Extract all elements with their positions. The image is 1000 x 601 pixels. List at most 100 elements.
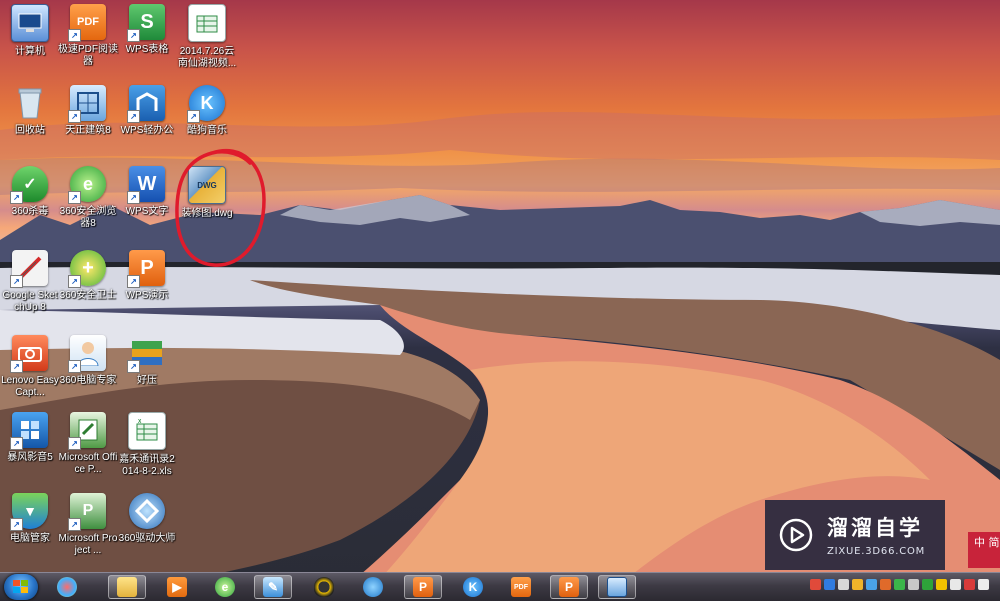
desktop-icon-label: Microsoft Project ... [58,533,118,556]
tray-icon[interactable] [978,579,989,590]
desktop-icon-label: WPS表格 [125,44,169,55]
taskbar-item-wps-show[interactable]: P [404,575,442,599]
wps-sheet-glyph: S [140,10,154,33]
highlight-circle [175,148,266,267]
desktop-icon-wps-word[interactable]: W ↗ WPS文字 [117,166,177,218]
desktop-icon-360-antivirus[interactable]: ✓ ↗ 360杀毒 [0,166,60,218]
desktop-icon-label: 360安全卫士 [59,290,117,301]
tianzheng-icon [607,577,627,597]
tray-icon[interactable] [824,579,835,590]
tray-icon[interactable] [936,579,947,590]
desktop-icon-label: 酷狗音乐 [187,125,227,136]
tray-icon[interactable] [950,579,961,590]
tray-icon[interactable] [922,579,933,590]
wps-show-icon: P ↗ [127,250,165,288]
desktop-icon-label: 计算机 [15,46,45,57]
taskbar-item-wps-show-2[interactable]: P [550,575,588,599]
windows-logo-icon [13,580,28,593]
taskbar-item-kugou[interactable]: K [454,575,492,599]
tianzheng-icon: ↗ [68,85,106,123]
taskbar-item-explorer[interactable] [108,575,146,599]
taskbar-item-qq[interactable] [305,575,343,599]
wps-word-icon: W ↗ [127,166,165,204]
desktop-icon-ms-project[interactable]: P ↗ Microsoft Project ... [58,493,118,557]
start-button[interactable] [4,574,38,600]
desktop-icon-label: WPS文字 [125,206,169,217]
desktop-icon-pdf-reader[interactable]: PDF ↗ 极速PDF阅读器 [58,4,118,68]
desktop-icon-kugou[interactable]: K ↗ 酷狗音乐 [177,85,237,137]
shield-icon: ✓ ↗ [10,166,48,204]
desktop-icon-computer[interactable]: 计算机 [0,4,60,58]
desktop-icon-haozip[interactable]: ↗ 好压 [117,335,177,387]
taskbar-item-feather-app[interactable]: ✎ [254,575,292,599]
taskbar-item-pdf-reader[interactable]: PDF [502,575,540,599]
desktop-icon-label: 天正建筑8 [65,125,111,136]
media-player-icon: ▶ [167,577,187,597]
browser-icon: e ↗ [68,166,106,204]
desktop-icon-sketchup[interactable]: ↗ Google SketchUp 8 [0,250,60,314]
desktop-icon-label: 360电脑专家 [59,375,117,386]
pdf-icon: PDF [511,577,531,597]
wps-show-glyph: P [140,256,154,279]
desktop-icon-wps-sheet[interactable]: S ↗ WPS表格 [117,4,177,56]
desktop-icon-video-file[interactable]: 2014.7.26云南仙湖视频... [177,4,237,70]
pc-manager-icon: ▼ ↗ [10,493,48,531]
browser-icon: e [215,577,235,597]
taskbar: ▶ e ✎ P K PDF P [0,572,1000,601]
haozip-icon: ↗ [127,335,165,373]
desktop-icon-ms-office-p[interactable]: ↗ Microsoft Office P... [58,412,118,476]
desktop-icon-pc-manager[interactable]: ▼ ↗ 电脑管家 [0,493,60,545]
kugou-icon: K [463,577,483,597]
wps-show-icon: P [559,577,579,597]
desktop-icon-label: 360安全浏览器8 [59,206,117,229]
cloud-app-icon [57,577,77,597]
tray-icon[interactable] [852,579,863,590]
desktop-icon-wps-show[interactable]: P ↗ WPS演示 [117,250,177,302]
desktop-icon-tianzheng[interactable]: ↗ 天正建筑8 [58,85,118,137]
tray-icon[interactable] [964,579,975,590]
desktop-icon-baofeng[interactable]: ↗ 暴风影音5 [0,412,60,464]
camera-icon: ↗ [10,335,48,373]
ime-badge[interactable]: 中 简 [968,532,1000,568]
desktop-icon-lenovo-easycapture[interactable]: ↗ Lenovo EasyCapt... [0,335,60,399]
desktop-icon-label: 360杀毒 [11,206,49,217]
desktop-icon-label: 电脑管家 [10,533,50,544]
watermark-name: 溜溜自学 [827,516,923,540]
desktop-icon-label: 好压 [137,375,157,386]
desktop-icon-label: 回收站 [15,125,45,136]
xls-file-icon: X [128,412,166,450]
desktop-icon-label: 2014.7.26云南仙湖视频... [177,46,237,69]
taskbar-item-wps-cloud[interactable] [48,575,86,599]
desktop-icon-label: 暴风影音5 [7,452,53,463]
globe-icon [363,577,383,597]
watermark-banner: 溜溜自学 ZIXUE.3D66.COM [765,500,945,570]
desktop-icon-360-expert[interactable]: ↗ 360电脑专家 [58,335,118,387]
desktop-icon-wps-light-office[interactable]: ↗ WPS轻办公 [117,85,177,137]
tray-icon[interactable] [908,579,919,590]
recycle-bin-icon [12,85,48,121]
tray-icon[interactable] [880,579,891,590]
tray-icon[interactable] [810,579,821,590]
desktop-icon-contacts-xls[interactable]: X 嘉禾通讯录2014-8-2.xls [117,412,177,478]
desktop-icon-360-guard[interactable]: + ↗ 360安全卫士 [58,250,118,302]
desktop-icon-recycle-bin[interactable]: 回收站 [0,85,60,137]
tray-icon[interactable] [838,579,849,590]
taskbar-item-360-browser[interactable]: e [206,575,244,599]
watermark-url: ZIXUE.3D66.COM [827,546,926,557]
desktop-icon-label: 360驱动大师 [118,533,176,544]
computer-icon [11,4,49,42]
wps-sheet-icon: S ↗ [127,4,165,42]
kugou-icon: K ↗ [187,85,225,123]
driver-icon [129,493,165,529]
taskbar-item-tianzheng[interactable] [598,575,636,599]
xls-file-icon [188,4,226,42]
desktop-icon-360-driver[interactable]: 360驱动大师 [117,493,177,545]
desktop-icon-360-browser[interactable]: e ↗ 360安全浏览器8 [58,166,118,230]
desktop-icon-label: WPS轻办公 [120,125,174,136]
pdf-icon: PDF ↗ [68,4,106,42]
desktop-icon-label: 极速PDF阅读器 [58,44,118,67]
taskbar-item-media-player[interactable]: ▶ [158,575,196,599]
tray-icon[interactable] [866,579,877,590]
tray-icon[interactable] [894,579,905,590]
taskbar-item-qq-browser[interactable] [354,575,392,599]
